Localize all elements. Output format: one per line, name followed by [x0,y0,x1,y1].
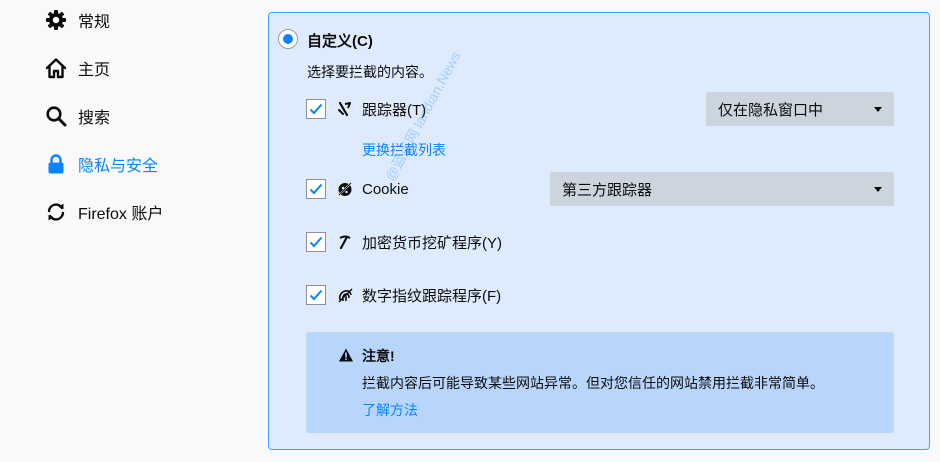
cookie-row: Cookie [306,178,409,200]
cryptominer-icon [336,233,354,251]
cryptominers-checkbox[interactable] [306,232,326,252]
sidebar-item-home[interactable]: 主页 [44,53,110,83]
custom-description: 选择要拦截的内容。 [307,64,433,80]
sync-icon [44,200,68,224]
warning-box: 注意! 拦截内容后可能导致某些网站异常。但对您信任的网站禁用拦截非常简单。 了解… [306,332,894,433]
sidebar-item-label: 常规 [78,14,111,31]
cryptominers-row: 加密货币挖矿程序(Y) [306,231,502,253]
sidebar-item-label: 搜索 [78,110,111,127]
sidebar-item-privacy[interactable]: 隐私与安全 [44,149,158,179]
cookie-blocking-dropdown[interactable]: 第三方跟踪器 [550,172,894,206]
custom-radio-label: 自定义(C) [307,33,373,50]
custom-blocking-panel: 自定义(C) 选择要拦截的内容。 跟踪器(T) 仅在隐私窗口中 更换拦截列表 C… [268,12,930,450]
radio-selected-dot [283,34,293,44]
cookie-label: Cookie [362,180,409,198]
change-block-list-link[interactable]: 更换拦截列表 [362,140,446,160]
trackers-scope-value: 仅在隐私窗口中 [718,101,824,119]
cookie-blocking-value: 第三方跟踪器 [562,181,653,199]
warning-icon [338,347,354,363]
fingerprinters-label: 数字指纹跟踪程序(F) [362,287,502,305]
learn-how-link[interactable]: 了解方法 [362,400,418,420]
dropdown-arrow-icon [874,106,882,112]
checkmark-icon [309,289,323,301]
sidebar-item-label: 隐私与安全 [78,158,159,175]
dropdown-arrow-icon [874,186,882,192]
warning-text: 拦截内容后可能导致某些网站异常。但对您信任的网站禁用拦截非常简单。 [362,375,824,391]
fingerprinters-checkbox[interactable] [306,285,326,305]
custom-radio[interactable] [278,29,298,49]
sidebar-item-label: 主页 [78,62,111,79]
search-icon [44,104,68,128]
sidebar-item-search[interactable]: 搜索 [44,101,110,131]
warning-title: 注意! [362,348,395,364]
gear-icon [44,8,68,32]
trackers-row: 跟踪器(T) [306,98,426,120]
tracker-icon [336,100,354,118]
checkmark-icon [309,103,323,115]
cookie-checkbox[interactable] [306,179,326,199]
sidebar: 常规 主页 搜索 隐私与安全 Firefox 账户 [0,0,260,462]
lock-icon [44,152,68,176]
trackers-label: 跟踪器(T) [362,101,427,119]
sidebar-item-label: Firefox 账户 [78,206,164,223]
fingerprint-icon [336,286,354,304]
trackers-checkbox[interactable] [306,99,326,119]
checkmark-icon [309,236,323,248]
sidebar-item-firefox-account[interactable]: Firefox 账户 [44,197,163,227]
sidebar-item-general[interactable]: 常规 [44,5,110,35]
cookie-icon [336,180,354,198]
cryptominers-label: 加密货币挖矿程序(Y) [362,234,502,252]
checkmark-icon [309,183,323,195]
home-icon [44,56,68,80]
fingerprinters-row: 数字指纹跟踪程序(F) [306,284,501,306]
trackers-scope-dropdown[interactable]: 仅在隐私窗口中 [706,92,894,126]
